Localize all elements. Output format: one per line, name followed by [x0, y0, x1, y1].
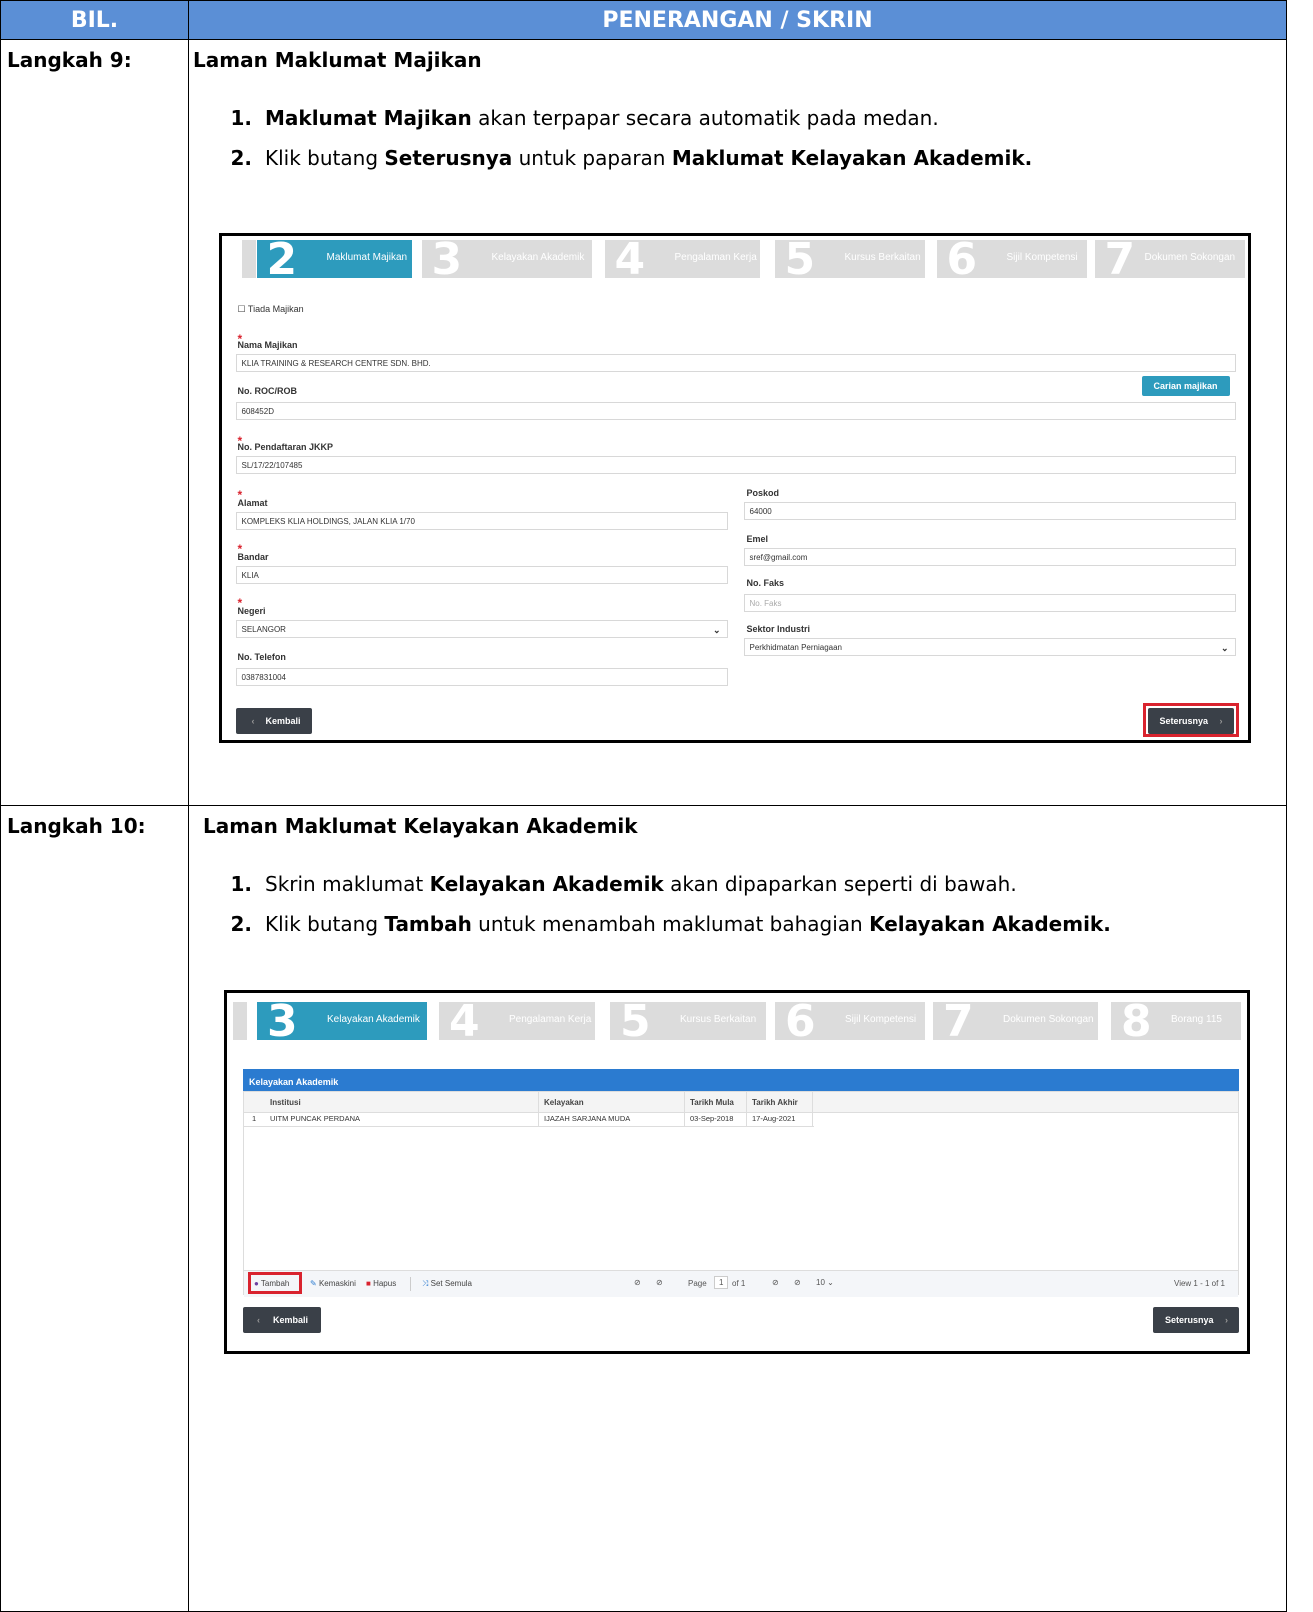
step-10-label: Langkah 10: [7, 814, 146, 838]
chevron-down-icon: ⌄ [1220, 642, 1229, 653]
kelayakan-grid: Institusi Kelayakan Tarikh Mula Tarikh A… [243, 1091, 1239, 1297]
bandar-label: Bandar [237, 551, 269, 562]
roc-input[interactable]: 608452D [235, 401, 1236, 420]
trash-icon: ■ [366, 1279, 371, 1288]
step-9-instructions: Maklumat Majikan akan terpapar secara au… [189, 98, 1286, 178]
nama-majikan-input[interactable]: KLIA TRAINING & RESEARCH CENTRE SDN. BHD… [235, 353, 1236, 372]
negeri-select[interactable]: SELANGOR ⌄ [235, 619, 728, 638]
kembali-button[interactable]: ‹ Kembali [235, 707, 312, 734]
page-label: Page [688, 1279, 707, 1288]
highlight-box [248, 1272, 302, 1294]
page-of: of 1 [732, 1279, 746, 1288]
emel-input[interactable]: sref@gmail.com [743, 547, 1236, 566]
wizard-steps-2: 3 Kelayakan Akademik 4 Pengalaman Kerja 5K… [227, 996, 1247, 1047]
jkkp-input[interactable]: SL/17/22/107485 [235, 455, 1236, 474]
kelayakan-grid-title: Kelayakan Akademik [243, 1069, 1239, 1091]
kemaskini-button[interactable]: ✎ Kemaskini [310, 1279, 356, 1288]
step-9-item-2: Klik butang Seterusnya untuk paparan Mak… [259, 138, 1286, 178]
nama-majikan-label: Nama Majikan [237, 339, 298, 350]
col-tarikh-akhir[interactable]: Tarikh Akhir [752, 1098, 798, 1107]
step-10-item-2: Klik butang Tambah untuk menambah maklum… [259, 904, 1286, 944]
chevron-down-icon: ⌄ [712, 624, 721, 635]
negeri-label: Negeri [237, 605, 266, 616]
wizard-step-4[interactable]: 4 Pengalaman Kerja [439, 996, 595, 1047]
step-10-title: Laman Maklumat Kelayakan Akademik [203, 814, 638, 838]
header-penerangan: PENERANGAN / SKRIN [188, 0, 1287, 40]
sektor-label: Sektor Industri [746, 623, 811, 634]
alamat-label: Alamat [237, 497, 268, 508]
chevron-left-icon: ‹ [257, 1315, 260, 1325]
grid-toolbar: ● Tambah ✎ Kemaskini ■ Hapus ⤨ Set Semul… [244, 1270, 1238, 1297]
hapus-button[interactable]: ■ Hapus [366, 1279, 396, 1288]
step-10-item-1: Skrin maklumat Kelayakan Akademik akan d… [259, 864, 1286, 904]
col-tarikh-mula[interactable]: Tarikh Mula [690, 1098, 734, 1107]
page-size-select[interactable]: 10 ⌄ [816, 1278, 834, 1287]
carian-majikan-button[interactable]: Carian majikan [1141, 375, 1230, 396]
wizard-step-7[interactable]: 7 Dokumen Sokongan [1094, 236, 1245, 285]
faks-label: No. Faks [746, 577, 785, 588]
table-row[interactable]: 1 UITM PUNCAK PERDANA IJAZAH SARJANA MUD… [244, 1112, 814, 1127]
poskod-label: Poskod [746, 487, 780, 498]
set-semula-button[interactable]: ⤨ Set Semula [422, 1279, 472, 1289]
wizard-step-2[interactable]: 2 Maklumat Majikan [256, 236, 412, 285]
shuffle-icon: ⤨ [422, 1279, 429, 1288]
sektor-select[interactable]: Perkhidmatan Perniagaan ⌄ [743, 637, 1236, 656]
employer-form-screenshot: 2 Maklumat Majikan 3 Kelayakan Akademik 4P… [218, 232, 1251, 743]
poskod-input[interactable]: 64000 [743, 501, 1236, 520]
chevron-down-icon: ⌄ [827, 1278, 834, 1287]
header-bil: BIL. [0, 0, 189, 40]
wizard-step-5[interactable]: 5 Kursus Berkaitan [610, 996, 766, 1047]
wizard-step-3[interactable]: 3 Kelayakan Akademik [421, 236, 592, 285]
telefon-input[interactable]: 0387831004 [235, 667, 728, 686]
telefon-label: No. Telefon [237, 651, 286, 662]
wizard-step-6[interactable]: 6 Sijil Kompetensi [775, 996, 925, 1047]
col-institusi[interactable]: Institusi [270, 1098, 301, 1107]
step-10-instructions: Skrin maklumat Kelayakan Akademik akan d… [189, 864, 1286, 944]
page-input[interactable]: 1 [714, 1276, 729, 1289]
seterusnya-button[interactable]: Seterusnya › [1153, 1307, 1239, 1333]
wizard-steps: 2 Maklumat Majikan 3 Kelayakan Akademik 4P… [222, 236, 1248, 285]
emel-label: Emel [746, 533, 769, 544]
kembali-button[interactable]: ‹ Kembali [243, 1307, 321, 1333]
col-kelayakan[interactable]: Kelayakan [544, 1098, 584, 1107]
pencil-icon: ✎ [310, 1279, 317, 1288]
alamat-input[interactable]: KOMPLEKS KLIA HOLDINGS, JALAN KLIA 1/70 [235, 511, 728, 530]
bandar-input[interactable]: KLIA [235, 565, 728, 584]
wizard-step-3[interactable]: 3 Kelayakan Akademik [257, 996, 427, 1047]
chevron-left-icon: ‹ [251, 715, 255, 726]
prev-page-icon[interactable]: ⊘ [656, 1278, 663, 1287]
last-page-icon[interactable]: ⊘ [794, 1278, 801, 1287]
wizard-step-6[interactable]: 6 Sijil Kompetensi [936, 236, 1087, 285]
chevron-right-icon: › [1225, 1315, 1228, 1325]
wizard-step-4[interactable]: 4 Pengalaman Kerja [604, 236, 760, 285]
faks-input[interactable]: No. Faks [743, 593, 1236, 612]
view-count: View 1 - 1 of 1 [1174, 1279, 1225, 1288]
wizard-step-7[interactable]: 7 Dokumen Sokongan [933, 996, 1098, 1047]
highlight-box [1142, 702, 1239, 737]
wizard-step-8[interactable]: 8 Borang 115 [1111, 996, 1241, 1047]
step-9-title: Laman Maklumat Majikan [193, 48, 482, 72]
kelayakan-content: 3 Kelayakan Akademik 4 Pengalaman Kerja 5K… [224, 990, 1250, 1354]
step-9-label: Langkah 9: [7, 48, 132, 72]
first-page-icon[interactable]: ⊘ [634, 1278, 641, 1287]
wizard-step-5[interactable]: 5 Kursus Berkaitan [774, 236, 925, 285]
roc-label: No. ROC/ROB [237, 385, 298, 396]
step-9-item-1: Maklumat Majikan akan terpapar secara au… [259, 98, 1286, 138]
jkkp-label: No. Pendaftaran JKKP [237, 441, 334, 452]
tiada-majikan-checkbox[interactable]: ☐ Tiada Majikan [238, 304, 304, 315]
guide-table: BIL. PENERANGAN / SKRIN Langkah 9: Laman… [0, 0, 1287, 1612]
next-page-icon[interactable]: ⊘ [772, 1278, 779, 1287]
